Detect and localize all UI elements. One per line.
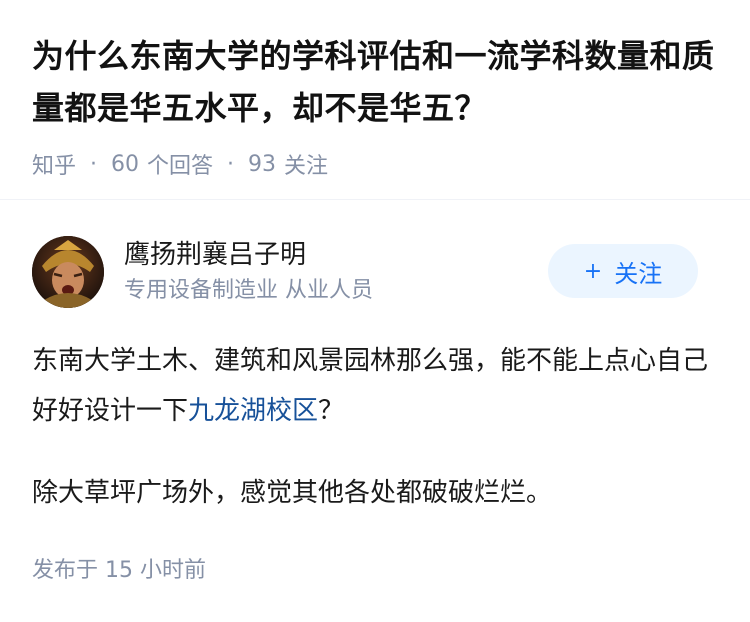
avatar-warrior-icon — [32, 236, 104, 308]
follower-count: 93 — [248, 151, 277, 177]
answer-card: 鹰扬荆襄吕子明 专用设备制造业 从业人员 + 关注 东南大学土木、建筑和风景园林… — [0, 200, 750, 622]
source-label[interactable]: 知乎 — [32, 148, 76, 180]
author-headline: 专用设备制造业 从业人员 — [124, 278, 373, 303]
separator-dot: · — [90, 151, 98, 177]
paragraph-text: 东南大学土木、建筑和风景园林那么强，能不能上点心自己好好设计一下 — [32, 346, 709, 426]
avatar[interactable] — [32, 236, 104, 308]
follower-count-label[interactable]: 关注 — [284, 148, 328, 180]
question-title[interactable]: 为什么东南大学的学科评估和一流学科数量和质量都是华五水平，却不是华五？ — [32, 30, 718, 134]
answer-paragraph: 东南大学土木、建筑和风景园林那么强，能不能上点心自己好好设计一下九龙湖校区？ — [32, 336, 718, 436]
answer-content: 东南大学土木、建筑和风景园林那么强，能不能上点心自己好好设计一下九龙湖校区？ 除… — [32, 336, 718, 518]
answer-count-label[interactable]: 个回答 — [147, 148, 213, 180]
follow-button[interactable]: + 关注 — [548, 244, 698, 298]
question-header: 为什么东南大学的学科评估和一流学科数量和质量都是华五水平，却不是华五？ 知乎 ·… — [0, 0, 750, 200]
author-info: 鹰扬荆襄吕子明 专用设备制造业 从业人员 + 关注 — [32, 236, 718, 310]
question-meta: 知乎 · 60 个回答 · 93 关注 — [32, 148, 718, 180]
author-name[interactable]: 鹰扬荆襄吕子明 — [124, 238, 306, 272]
paragraph-tail: ？ — [318, 396, 345, 426]
answer-count: 60 — [111, 151, 140, 177]
plus-icon: + — [583, 258, 603, 284]
follow-label: 关注 — [614, 259, 663, 288]
separator-dot: · — [227, 151, 235, 177]
campus-link[interactable]: 九龙湖校区 — [188, 396, 318, 426]
publish-time: 发布于 15 小时前 — [32, 558, 206, 583]
answer-paragraph: 除大草坪广场外，感觉其他各处都破破烂烂。 — [32, 478, 553, 508]
